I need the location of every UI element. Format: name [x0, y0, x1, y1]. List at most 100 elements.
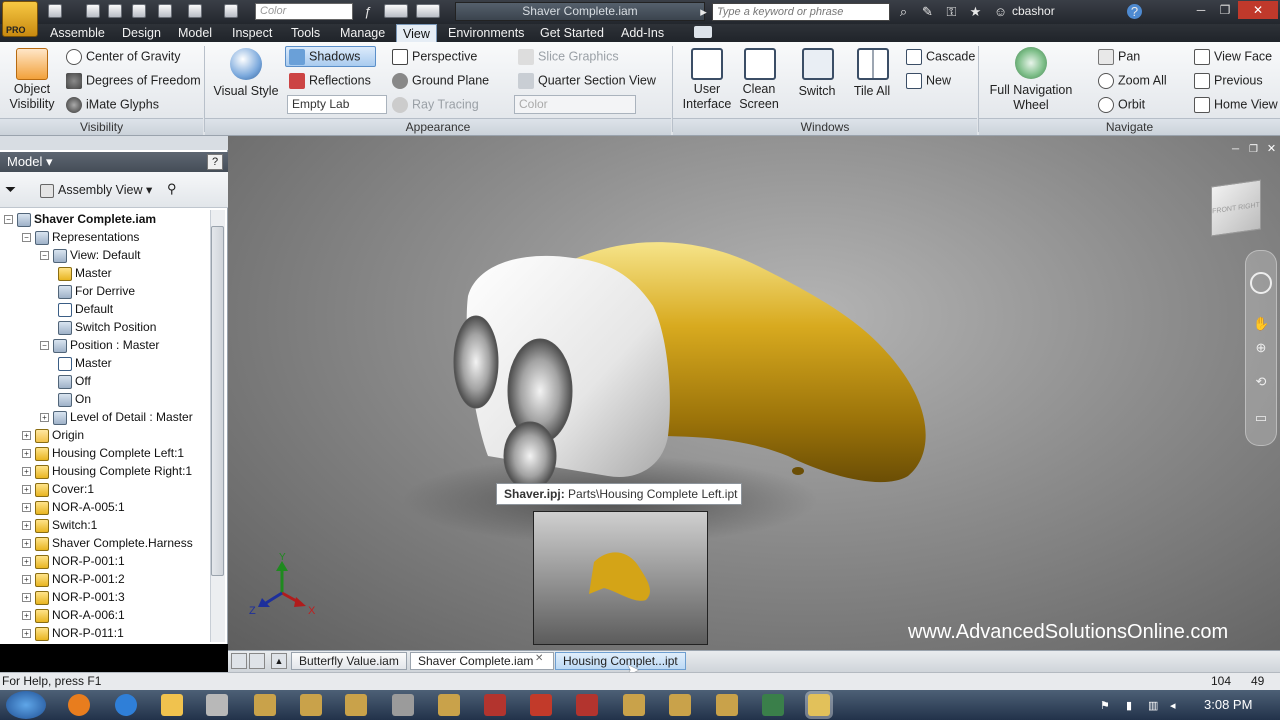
tab-manage[interactable]: Manage: [334, 24, 391, 42]
tree-node[interactable]: + NOR-P-011:1: [22, 624, 124, 642]
object-visibility-button[interactable]: Object Visibility: [4, 82, 60, 112]
expand-toggle-icon[interactable]: −: [40, 251, 49, 261]
imate-glyphs-button[interactable]: iMate Glyphs: [66, 97, 159, 113]
center-of-gravity-button[interactable]: Center of Gravity: [66, 49, 180, 65]
viewport-close-icon[interactable]: ✕: [1264, 142, 1279, 157]
help-icon[interactable]: ?: [207, 154, 223, 170]
tray-network-icon[interactable]: ▥: [1148, 699, 1158, 712]
ray-tracing-button[interactable]: Ray Tracing: [392, 97, 479, 113]
color-select[interactable]: Color: [255, 3, 353, 20]
reflections-button[interactable]: Reflections: [289, 73, 371, 89]
tree-node[interactable]: − Position : Master: [40, 336, 159, 354]
expand-toggle-icon[interactable]: −: [4, 215, 13, 225]
tab-environments[interactable]: Environments: [442, 24, 530, 42]
tab-assemble[interactable]: Assemble: [44, 24, 111, 42]
tab-model[interactable]: Model: [172, 24, 218, 42]
tray-flag-icon[interactable]: ⚑: [1100, 699, 1110, 712]
search-arrow-icon[interactable]: ▸: [696, 4, 711, 19]
scrollbar-thumb[interactable]: [211, 226, 224, 576]
expand-toggle-icon[interactable]: +: [22, 449, 31, 459]
visibility-panel-label[interactable]: Visibility: [0, 118, 203, 135]
update-icon[interactable]: [188, 4, 202, 18]
slice-graphics-button[interactable]: Slice Graphics: [518, 49, 619, 65]
tile-tabs-icon[interactable]: [231, 653, 247, 669]
tree-node[interactable]: Default: [58, 300, 113, 318]
expand-toggle-icon[interactable]: +: [22, 611, 31, 621]
taskbar-clock[interactable]: 3:08 PM: [1204, 697, 1252, 712]
tree-node[interactable]: + NOR-P-001:3: [22, 588, 125, 606]
taskbar-app-icon[interactable]: [623, 694, 645, 716]
tree-node[interactable]: + NOR-P-001:1: [22, 552, 125, 570]
search-input[interactable]: Type a keyword or phrase: [712, 3, 890, 21]
binoculars-icon[interactable]: ⌕: [896, 4, 911, 19]
fx-icon[interactable]: ƒ: [360, 4, 375, 19]
tree-node[interactable]: For Derrive: [58, 282, 135, 300]
tab-add-ins[interactable]: Add-Ins: [615, 24, 670, 42]
tab-list-icon[interactable]: ▲: [271, 653, 287, 669]
tree-node[interactable]: + Origin: [22, 426, 84, 444]
tools-icon[interactable]: ✎: [920, 4, 935, 19]
visual-style-button[interactable]: Visual Style: [212, 84, 280, 99]
tree-node[interactable]: − Shaver Complete.iam: [4, 210, 156, 228]
tree-node[interactable]: + Level of Detail : Master: [40, 408, 193, 426]
quarter-section-view-button[interactable]: Quarter Section View: [518, 73, 656, 89]
taskbar-app-icon[interactable]: [345, 694, 367, 716]
help-icon[interactable]: ?: [1127, 4, 1142, 19]
home-view-button[interactable]: Home View: [1194, 97, 1278, 113]
username[interactable]: cbashor: [1012, 4, 1055, 18]
origin-icon[interactable]: [416, 4, 440, 18]
taskbar-app-icon[interactable]: [206, 694, 228, 716]
color-override-select[interactable]: Color: [514, 95, 636, 114]
zoom-all-button[interactable]: Zoom All: [1098, 73, 1167, 89]
viewport-restore-icon[interactable]: ❐: [1246, 142, 1261, 157]
expand-toggle-icon[interactable]: +: [22, 521, 31, 531]
close-icon[interactable]: ✕: [1238, 1, 1278, 19]
expand-toggle-icon[interactable]: +: [22, 575, 31, 585]
user-icon[interactable]: ☺: [993, 4, 1008, 19]
tab-design[interactable]: Design: [116, 24, 167, 42]
expand-toggle-icon[interactable]: +: [22, 539, 31, 549]
doc-tab-housing[interactable]: Housing Complet...ipt: [555, 652, 686, 670]
taskbar-app-icon[interactable]: [300, 694, 322, 716]
tree-node[interactable]: + NOR-P-001:2: [22, 570, 125, 588]
clean-screen-button[interactable]: Clean Screen: [736, 82, 782, 112]
doc-tab-shaver[interactable]: Shaver Complete.iam: [410, 652, 555, 670]
tree-node[interactable]: + Switch:1: [22, 516, 97, 534]
expand-toggle-icon[interactable]: +: [22, 629, 31, 639]
tab-view[interactable]: View: [396, 24, 437, 42]
pan-button[interactable]: Pan: [1098, 49, 1140, 65]
measure-icon[interactable]: [384, 4, 408, 18]
tree-node[interactable]: + Cover:1: [22, 480, 94, 498]
taskbar-app-icon[interactable]: [576, 694, 598, 716]
tree-node[interactable]: − Representations: [22, 228, 139, 246]
find-binoculars-icon[interactable]: ⚲: [167, 181, 177, 197]
tree-node[interactable]: − View: Default: [40, 246, 140, 264]
lighting-style-select[interactable]: Empty Lab: [287, 95, 387, 114]
cascade-button[interactable]: Cascade: [906, 49, 975, 65]
tree-node[interactable]: + Shaver Complete.Harness: [22, 534, 193, 552]
tree-node[interactable]: Off: [58, 372, 91, 390]
document-preview-thumbnail[interactable]: [533, 511, 708, 645]
zoom-icon[interactable]: ⊕: [1253, 340, 1269, 356]
restore-icon[interactable]: ❐: [1214, 1, 1236, 19]
new-file-icon[interactable]: [48, 4, 62, 18]
expand-toggle-icon[interactable]: −: [22, 233, 31, 243]
perspective-button[interactable]: Perspective: [392, 49, 477, 65]
tray-battery-icon[interactable]: ▮: [1126, 699, 1132, 712]
tree-node[interactable]: Master: [58, 354, 112, 372]
assembly-view-dropdown[interactable]: Assembly View ▾: [40, 182, 152, 198]
inventor-taskbar-icon[interactable]: [808, 694, 830, 716]
expand-toggle-icon[interactable]: +: [22, 593, 31, 603]
shadows-button[interactable]: Shadows: [285, 46, 376, 67]
degrees-of-freedom-button[interactable]: Degrees of Freedom: [66, 73, 201, 89]
ground-plane-button[interactable]: Ground Plane: [392, 73, 489, 89]
save-icon[interactable]: [108, 4, 122, 18]
undo-icon[interactable]: [132, 4, 146, 18]
orbit-icon[interactable]: ⟲: [1253, 374, 1269, 390]
open-file-icon[interactable]: [86, 4, 100, 18]
acrobat-icon[interactable]: [530, 694, 552, 716]
inventor-logo[interactable]: PRO: [2, 1, 38, 37]
orbit-button[interactable]: Orbit: [1098, 97, 1145, 113]
firefox-icon[interactable]: [68, 694, 90, 716]
select-icon[interactable]: [224, 4, 238, 18]
